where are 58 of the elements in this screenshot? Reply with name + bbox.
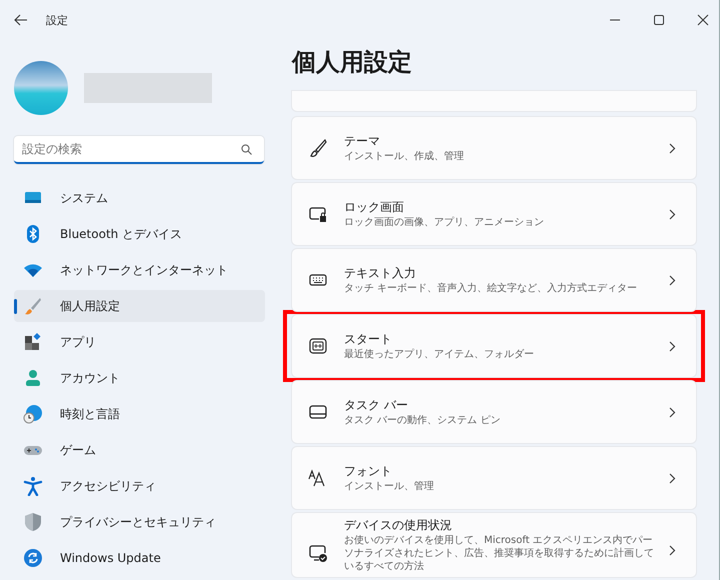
sidebar-item[interactable]: Windows Update <box>14 542 265 574</box>
sidebar-item[interactable]: プライバシーとセキュリティ <box>14 506 265 538</box>
card-description: 最近使ったアプリ、アイテム、フォルダー <box>344 348 535 361</box>
back-icon[interactable] <box>14 14 28 26</box>
search-icon[interactable] <box>241 144 252 155</box>
close-icon[interactable] <box>697 14 709 26</box>
person-icon <box>23 368 43 388</box>
globe-clock-icon <box>23 404 43 424</box>
sidebar-item[interactable]: Bluetooth とデバイス <box>14 218 265 250</box>
card-description: ロック画面の画像、アプリ、アニメーション <box>344 216 545 229</box>
start-menu-icon <box>308 336 328 356</box>
avatar-photo-placeholder <box>14 61 68 115</box>
shield-icon <box>23 512 43 532</box>
page-title: 個人用設定 <box>292 47 413 78</box>
sidebar-item[interactable]: システム <box>14 182 265 214</box>
card-title: テーマ <box>344 133 381 150</box>
chevron-right-icon <box>669 274 676 286</box>
sidebar-item[interactable]: アプリ <box>14 326 265 358</box>
chevron-right-icon <box>669 340 676 352</box>
window-title: 設定 <box>46 12 68 28</box>
card-title: ロック画面 <box>344 199 405 216</box>
settings-card[interactable]: フォント インストール、管理 <box>292 447 696 509</box>
chevron-right-icon <box>669 545 676 556</box>
refresh-icon <box>23 548 43 568</box>
brush-icon <box>23 296 43 316</box>
apps-icon <box>23 332 43 352</box>
card-title: タスク バー <box>344 397 409 414</box>
sidebar-item[interactable]: 個人用設定 <box>14 290 265 322</box>
chevron-right-icon <box>669 406 676 418</box>
maximize-icon[interactable] <box>653 14 665 26</box>
card-title: デバイスの使用状況 <box>344 517 453 534</box>
chevron-right-icon <box>669 208 676 220</box>
search-field[interactable]: 設定の検索 <box>14 136 264 164</box>
brush-icon <box>308 138 328 158</box>
sidebar-item[interactable]: アカウント <box>14 362 265 394</box>
sidebar-item[interactable]: ゲーム <box>14 434 265 466</box>
device-check-icon <box>308 543 328 563</box>
card-description: インストール、管理 <box>344 480 435 493</box>
card-description: タスク バーの動作、システム ピン <box>344 414 502 427</box>
selection-indicator <box>14 299 17 314</box>
sidebar-item[interactable]: アクセシビリティ <box>14 470 265 502</box>
settings-card[interactable]: テキスト入力 タッチ キーボード、音声入力、絵文字など、入力方式エディター <box>292 249 696 311</box>
sidebar-item[interactable]: 時刻と言語 <box>14 398 265 430</box>
card-title: テキスト入力 <box>344 265 417 282</box>
card-description: お使いのデバイスを使用して、Microsoft エクスペリエンス内でパーソナライズされたヒント、広告、推奨事項を取得するために計画しているすべての方法 <box>344 534 655 573</box>
chevron-right-icon <box>669 142 676 154</box>
card-title: スタート <box>344 331 393 348</box>
sidebar-item[interactable]: ネットワークとインターネット <box>14 254 265 286</box>
settings-card[interactable]: スタート 最近使ったアプリ、アイテム、フォルダー <box>292 315 696 377</box>
settings-card[interactable]: デバイスの使用状況 お使いのデバイスを使用して、Microsoft エクスペリエンス内でパーソナライズされたヒント、広告、推奨事項を取得するために計画しているすべての方法 <box>292 513 696 577</box>
settings-card[interactable]: テーマ インストール、作成、管理 <box>292 117 696 179</box>
accessibility-icon <box>23 476 43 496</box>
card-description: インストール、作成、管理 <box>344 150 465 163</box>
settings-card[interactable]: タスク バー タスク バーの動作、システム ピン <box>292 381 696 443</box>
chevron-right-icon <box>669 472 676 484</box>
settings-card[interactable]: ロック画面 ロック画面の画像、アプリ、アニメーション <box>292 183 696 245</box>
card-title: フォント <box>344 463 393 480</box>
card-description: タッチ キーボード、音声入力、絵文字など、入力方式エディター <box>344 282 638 295</box>
